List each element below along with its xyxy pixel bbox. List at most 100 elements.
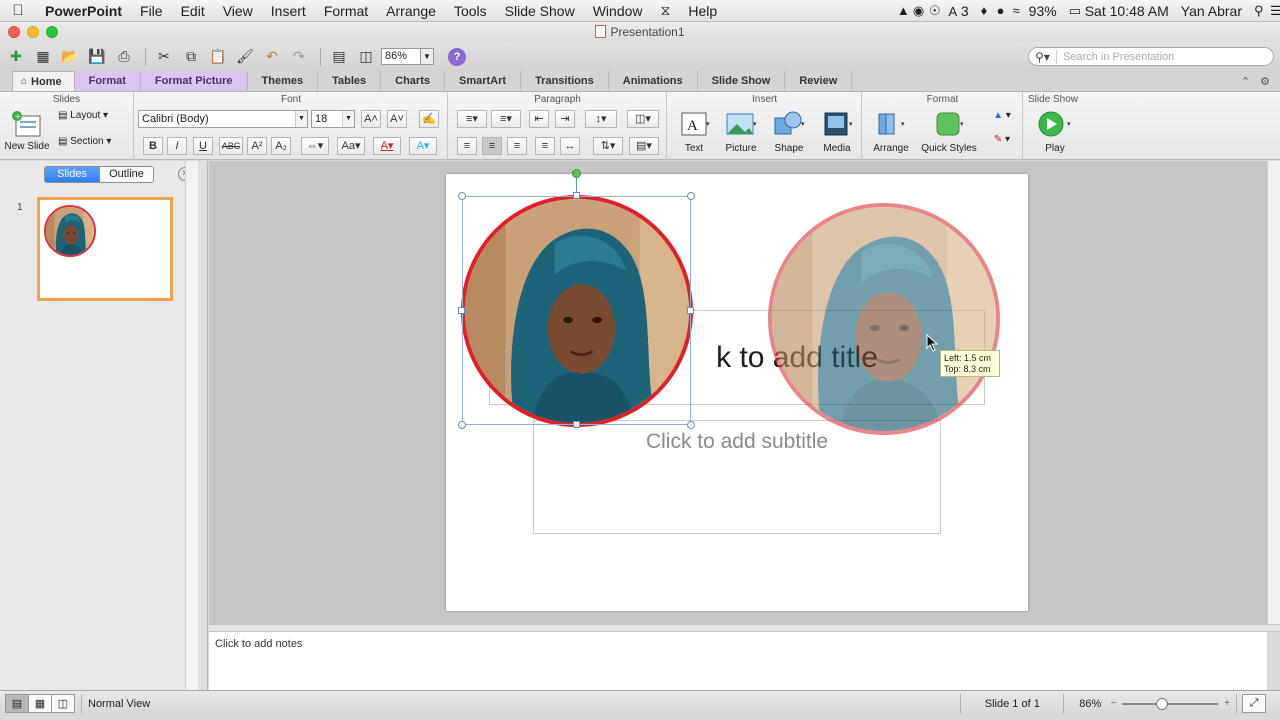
shape-fill-button[interactable]: ▲ ▾: [987, 110, 1017, 130]
resize-handle[interactable]: [573, 421, 580, 428]
tab-charts[interactable]: Charts: [381, 71, 445, 91]
zoom-slider-knob[interactable]: [1156, 697, 1169, 710]
slide-thumbnail[interactable]: [37, 197, 173, 301]
notes-splitter[interactable]: [209, 624, 1280, 632]
zoom-dropdown-icon[interactable]: ▼: [421, 48, 434, 65]
collapse-ribbon-icon[interactable]: ⌃: [1241, 75, 1250, 88]
wifi-icon[interactable]: ≈: [1007, 3, 1023, 18]
zoom-window-button[interactable]: [46, 26, 58, 38]
tab-home[interactable]: ⌂ Home: [12, 71, 75, 91]
format-painter-icon[interactable]: 🖌: [233, 46, 257, 68]
tab-slides[interactable]: Slides: [45, 167, 99, 182]
rotate-handle[interactable]: [572, 169, 581, 178]
slide-sorter-icon[interactable]: ▦: [28, 694, 52, 713]
tab-transitions[interactable]: Transitions: [521, 71, 609, 91]
layout-button[interactable]: ▤ Layout ▾: [58, 110, 128, 128]
zoom-in-icon[interactable]: +: [1224, 698, 1230, 709]
menu-tools[interactable]: Tools: [445, 3, 496, 19]
menu-slide-show[interactable]: Slide Show: [496, 3, 584, 19]
resize-handle[interactable]: [687, 421, 695, 429]
help-icon[interactable]: ?: [448, 47, 466, 66]
cut-icon[interactable]: ✂: [152, 46, 176, 68]
notification-count[interactable]: A3: [939, 3, 975, 19]
slide-show-view-icon[interactable]: ◫: [51, 694, 75, 713]
script-menu-icon[interactable]: ⧖: [652, 2, 680, 19]
tab-smartart[interactable]: SmartArt: [445, 71, 522, 91]
menu-view[interactable]: View: [214, 3, 262, 19]
change-case-icon[interactable]: Aa▾: [337, 137, 365, 155]
battery-percent[interactable]: 93%: [1023, 3, 1063, 19]
view-mode-icon[interactable]: ◫: [354, 46, 378, 68]
strikethrough-icon[interactable]: ABC: [219, 137, 243, 155]
redo-icon[interactable]: ↷: [287, 46, 311, 68]
notification-center-icon[interactable]: ☰: [1264, 3, 1280, 18]
numbering-icon[interactable]: ≡▾: [491, 110, 521, 128]
zoom-field[interactable]: 86%: [381, 48, 421, 65]
canvas-scrollbar[interactable]: [1267, 161, 1280, 624]
templates-icon[interactable]: ▦: [31, 46, 55, 68]
copy-icon[interactable]: ⧉: [179, 46, 203, 68]
menu-insert[interactable]: Insert: [262, 3, 315, 19]
save-icon[interactable]: 💾: [85, 46, 109, 68]
search-icon[interactable]: ⚲▾: [1029, 49, 1057, 64]
insert-text-button[interactable]: A ▾ Text: [672, 108, 716, 158]
tab-format[interactable]: Format: [74, 71, 141, 91]
undo-icon[interactable]: ↶: [260, 46, 284, 68]
normal-view-icon[interactable]: ▤: [5, 694, 29, 713]
section-button[interactable]: ▤ Section ▾: [58, 136, 128, 154]
resize-handle[interactable]: [458, 421, 466, 429]
open-icon[interactable]: 📂: [58, 46, 82, 68]
location-icon[interactable]: ●: [991, 3, 1007, 18]
record-icon[interactable]: ◉: [907, 3, 924, 18]
menu-edit[interactable]: Edit: [172, 3, 214, 19]
line-spacing-icon[interactable]: ↕▾: [585, 110, 617, 128]
tab-outline[interactable]: Outline: [99, 167, 153, 182]
align-center-icon[interactable]: ≡: [482, 137, 502, 155]
menu-format[interactable]: Format: [315, 3, 377, 19]
pane-scrollbar[interactable]: [185, 161, 198, 690]
spotlight-icon[interactable]: ⚲: [1248, 3, 1264, 18]
text-effects-icon[interactable]: A▾: [409, 137, 437, 155]
tab-review[interactable]: Review: [785, 71, 853, 91]
font-name-select[interactable]: Calibri (Body) ▼: [138, 110, 308, 128]
clear-formatting-icon[interactable]: ✍: [419, 110, 439, 128]
align-text-icon[interactable]: ▤▾: [629, 137, 659, 155]
close-window-button[interactable]: [8, 26, 20, 38]
fit-to-window-icon[interactable]: ⤢: [1242, 694, 1266, 713]
decrease-indent-icon[interactable]: ⇤: [529, 110, 549, 128]
distribute-icon[interactable]: ↔: [560, 137, 580, 155]
justify-icon[interactable]: ≡: [535, 137, 555, 155]
superscript-icon[interactable]: A²: [247, 137, 267, 155]
tab-themes[interactable]: Themes: [248, 71, 319, 91]
menu-file[interactable]: File: [131, 3, 172, 19]
menu-arrange[interactable]: Arrange: [377, 3, 445, 19]
picture-circle-dragging[interactable]: [768, 203, 1000, 435]
columns-icon[interactable]: ◫▾: [627, 110, 659, 128]
resize-handle[interactable]: [458, 192, 466, 200]
zoom-slider[interactable]: [1122, 697, 1219, 710]
grow-font-icon[interactable]: A˄: [361, 110, 381, 128]
quick-styles-button[interactable]: ▾ Quick Styles: [917, 108, 981, 158]
eye-icon[interactable]: ☉: [923, 3, 941, 18]
insert-shape-button[interactable]: ▾ Shape: [766, 108, 812, 158]
font-color-icon[interactable]: A▾: [373, 137, 401, 155]
character-spacing-icon[interactable]: ⇔▾: [301, 137, 329, 155]
minimize-window-button[interactable]: [27, 26, 39, 38]
tab-slide-show[interactable]: Slide Show: [698, 71, 786, 91]
menu-help[interactable]: Help: [679, 3, 726, 19]
clock[interactable]: Sat 10:48 AM: [1079, 3, 1175, 19]
tab-animations[interactable]: Animations: [609, 71, 698, 91]
search-input[interactable]: ⚲▾ Search in Presentation: [1028, 47, 1274, 66]
pane-splitter[interactable]: [198, 161, 208, 690]
notes-pane[interactable]: Click to add notes: [209, 632, 1267, 690]
font-size-select[interactable]: 18 ▼: [311, 110, 355, 128]
paste-icon[interactable]: 📋: [206, 46, 230, 68]
resize-handle[interactable]: [687, 307, 694, 314]
resize-handle[interactable]: [573, 192, 580, 199]
subtitle-placeholder[interactable]: Click to add subtitle: [533, 420, 941, 534]
underline-icon[interactable]: U: [193, 137, 213, 155]
zoom-out-icon[interactable]: −: [1110, 698, 1116, 709]
slide-layout-icon[interactable]: ▤: [327, 46, 351, 68]
new-slide-button[interactable]: + New Slide: [4, 110, 50, 158]
new-document-icon[interactable]: ✚: [4, 46, 28, 68]
